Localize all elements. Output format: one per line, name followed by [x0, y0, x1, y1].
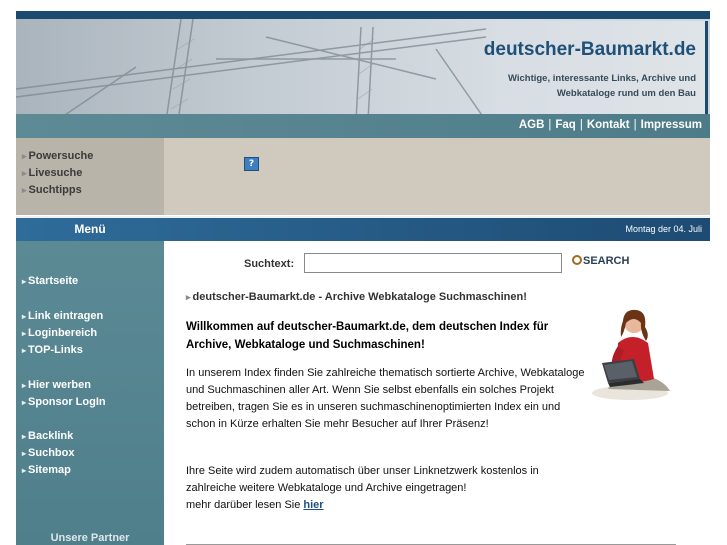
arrow-right-icon: ▸ — [22, 277, 27, 286]
network-paragraph-text: Ihre Seite wird zudem automatisch über u… — [186, 465, 539, 494]
sidebar-item-suchbox[interactable]: ▸ Suchbox — [22, 447, 74, 459]
subnav-item-label: Powersuche — [28, 150, 94, 162]
sidebar-item-label: Loginbereich — [28, 327, 98, 339]
intro-paragraph: In unserem Index finden Sie zahlreiche t… — [186, 367, 585, 430]
sidebar-item-label: Hier werben — [28, 379, 91, 391]
network-paragraph: Ihre Seite wird zudem automatisch über u… — [186, 463, 586, 514]
nav-separator: | — [633, 119, 637, 131]
main-content: Suchtext: SEARCH ▸ deutscher-Baumarkt.de … — [164, 241, 710, 545]
menu-bar: Menü Montag der 04. Juli — [16, 216, 710, 241]
subnav-item-livesuche[interactable]: ▸ Livesuche — [22, 167, 82, 179]
arrow-right-icon: ▸ — [22, 449, 27, 458]
sidebar-item-label: Startseite — [28, 275, 79, 287]
top-navigation: AGB | Faq | Kontakt | Impressum — [519, 119, 702, 131]
nav-link-agb[interactable]: AGB — [519, 119, 545, 131]
search-label: Suchtext: — [244, 258, 295, 270]
arrow-right-icon: ▸ — [186, 292, 191, 302]
woman-with-laptop-image — [592, 309, 670, 400]
menu-heading: Menü — [74, 222, 106, 236]
sidebar-item-sponsor-login[interactable]: ▸ Sponsor LogIn — [22, 396, 106, 408]
arrow-right-icon: ▸ — [22, 432, 27, 441]
sidebar-item-loginbereich[interactable]: ▸ Loginbereich — [22, 327, 97, 339]
magnifier-icon — [572, 255, 582, 265]
site-subtitle: Wichtige, interessante Links, Archive un… — [507, 73, 696, 99]
search-input[interactable] — [304, 253, 562, 273]
arrow-right-icon: ▸ — [22, 312, 27, 321]
current-date: Montag der 04. Juli — [625, 224, 702, 234]
content-title-text: deutscher-Baumarkt.de - Archive Webkatal… — [192, 291, 527, 303]
more-text: mehr darüber lesen Sie — [186, 499, 301, 511]
arrow-right-icon: ▸ — [22, 346, 27, 355]
sidebar-item-label: TOP-Links — [28, 344, 83, 356]
subnav-item-powersuche[interactable]: ▸ Powersuche — [22, 150, 93, 162]
arrow-right-icon: ▸ — [22, 151, 27, 161]
subnav-item-suchtipps[interactable]: ▸ Suchtipps — [22, 184, 82, 196]
help-icon[interactable]: ? — [244, 157, 259, 171]
sidebar-item-label: Suchbox — [28, 447, 75, 459]
brand-box — [490, 21, 708, 117]
arrow-right-icon: ▸ — [22, 329, 27, 338]
partner-heading: Unsere Partner — [50, 532, 130, 544]
arrow-right-icon: ▸ — [22, 466, 27, 475]
sidebar-item-top-links[interactable]: ▸ TOP-Links — [22, 344, 83, 356]
sidebar-item-label: Link eintragen — [28, 310, 104, 322]
welcome-heading: Willkommen auf deutscher-Baumarkt.de, de… — [186, 321, 549, 351]
nav-link-kontakt[interactable]: Kontakt — [587, 119, 630, 131]
subnav-item-label: Livesuche — [28, 167, 83, 179]
top-navigation-bar: AGB | Faq | Kontakt | Impressum — [16, 114, 710, 138]
nav-separator: | — [548, 119, 552, 131]
sidebar-item-backlink[interactable]: ▸ Backlink — [22, 430, 73, 442]
sidebar-item-label: Sitemap — [28, 464, 71, 476]
search-button-label: SEARCH — [583, 255, 630, 267]
sidebar: ▸ Startseite ▸ Link eintragen ▸ Loginbereic… — [16, 241, 164, 545]
subnav-item-label: Suchtipps — [28, 184, 82, 196]
page-frame: deutscher-Baumarkt.de Wichtige, interess… — [16, 11, 710, 545]
search-button[interactable]: SEARCH — [572, 255, 629, 267]
nav-separator: | — [579, 119, 583, 131]
sidebar-item-sitemap[interactable]: ▸ Sitemap — [22, 464, 71, 476]
nav-link-impressum[interactable]: Impressum — [641, 119, 702, 131]
arrow-right-icon: ▸ — [22, 168, 27, 178]
sidebar-item-link-eintragen[interactable]: ▸ Link eintragen — [22, 310, 103, 322]
sidebar-item-label: Sponsor LogIn — [28, 396, 106, 408]
arrow-right-icon: ▸ — [22, 398, 27, 407]
nav-link-faq[interactable]: Faq — [555, 119, 575, 131]
sidebar-item-startseite[interactable]: ▸ Startseite — [22, 275, 78, 287]
arrow-right-icon: ▸ — [22, 185, 27, 195]
top-stripe — [16, 11, 710, 19]
content-title: ▸ deutscher-Baumarkt.de - Archive Webkata… — [186, 291, 527, 303]
more-link[interactable]: hier — [303, 499, 323, 511]
site-title[interactable]: deutscher-Baumarkt.de — [484, 39, 696, 61]
arrow-right-icon: ▸ — [22, 381, 27, 390]
sidebar-item-hier-werben[interactable]: ▸ Hier werben — [22, 379, 91, 391]
sidebar-item-label: Backlink — [28, 430, 74, 442]
search-options-bar: ▸ Powersuche ▸ Livesuche ▸ Suchtipps ? — [16, 138, 710, 215]
header-banner: deutscher-Baumarkt.de Wichtige, interess… — [16, 19, 710, 123]
